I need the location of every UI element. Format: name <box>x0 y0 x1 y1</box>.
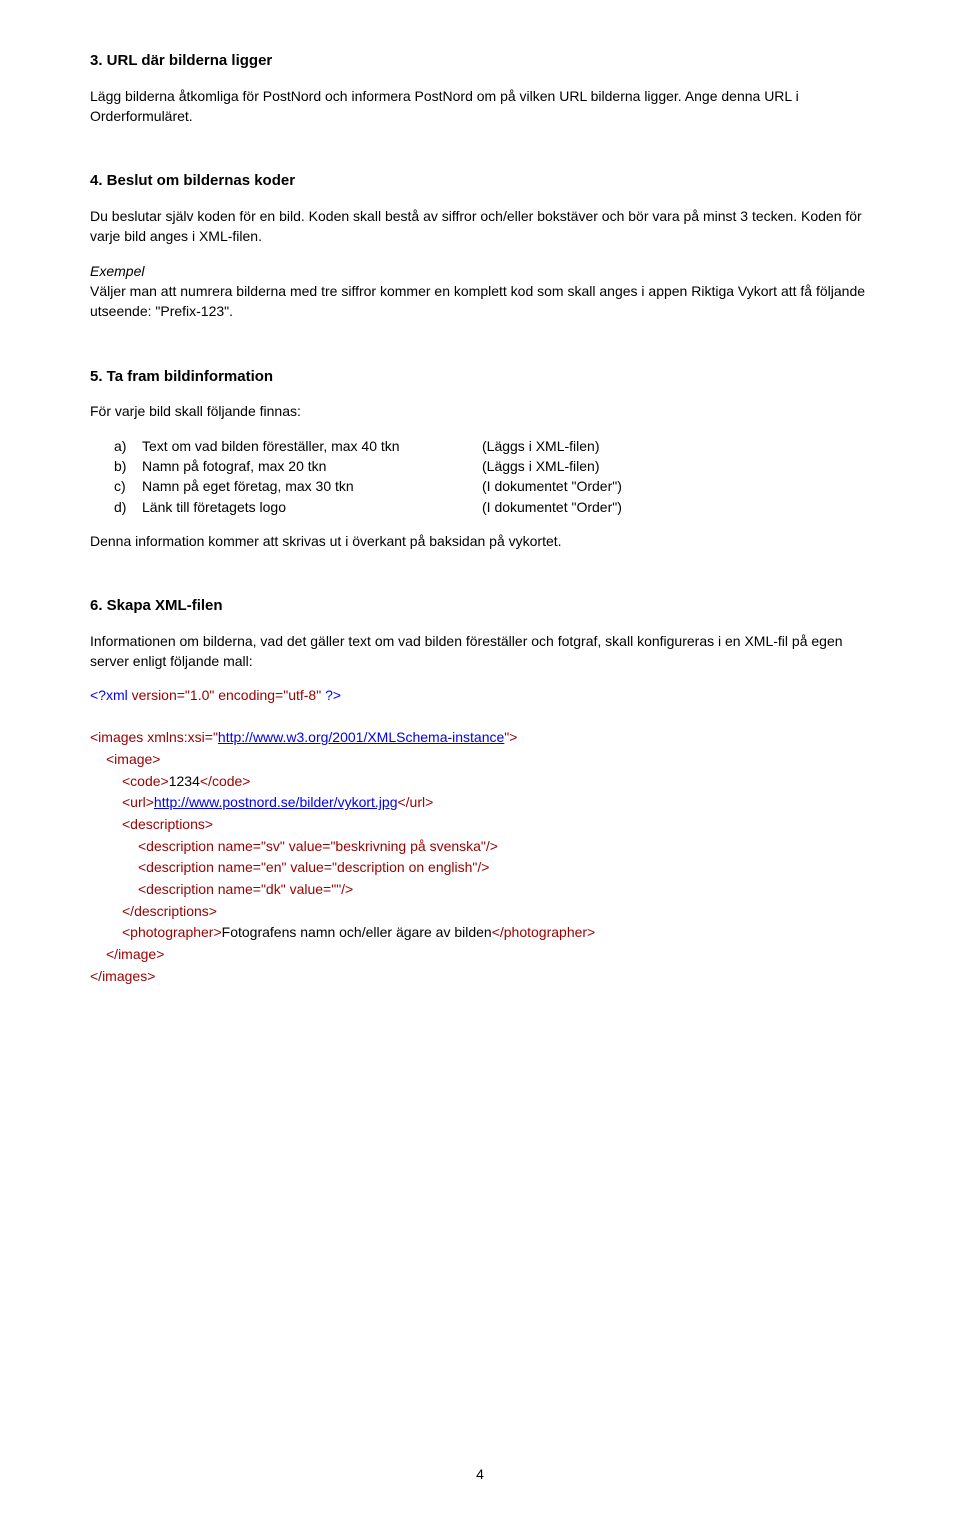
xml-description-dk: <description name="dk" value=""/> <box>90 879 870 901</box>
list-item-text: Namn på fotograf, max 20 tkn <box>142 456 482 476</box>
xml-image-open: <image> <box>90 749 870 771</box>
xml-url-value[interactable]: http://www.postnord.se/bilder/vykort.jpg <box>154 794 398 810</box>
example-label: Exempel <box>90 261 870 281</box>
section-5-outro: Denna information kommer att skrivas ut … <box>90 531 870 551</box>
section-6: 6. Skapa XML-filen Informationen om bild… <box>90 595 870 987</box>
section-4-paragraph: Du beslutar själv koden för en bild. Kod… <box>90 206 870 247</box>
section-3: 3. URL där bilderna ligger Lägg bilderna… <box>90 50 870 126</box>
section-5-list: a) Text om vad bilden föreställer, max 4… <box>90 436 870 517</box>
xml-code-line: <code>1234</code> <box>90 771 870 793</box>
list-item-note: (I dokumentet "Order") <box>482 497 622 517</box>
xml-description-sv: <description name="sv" value="beskrivnin… <box>90 836 870 858</box>
heading-3: 3. URL där bilderna ligger <box>90 50 870 72</box>
list-item: d) Länk till företagets logo (I dokument… <box>90 497 870 517</box>
xml-images-xmlns: xmlns:xsi=" <box>147 729 218 745</box>
list-item-text: Text om vad bilden föreställer, max 40 t… <box>142 436 482 456</box>
list-item-label: a) <box>90 436 142 456</box>
document-page: 3. URL där bilderna ligger Lägg bilderna… <box>0 0 960 1514</box>
xml-code-open: <code> <box>122 773 169 789</box>
xml-url-close: </url> <box>397 794 433 810</box>
xml-image-close: </image> <box>90 944 870 966</box>
list-item-text: Länk till företagets logo <box>142 497 482 517</box>
xml-description-en: <description name="en" value="descriptio… <box>90 857 870 879</box>
list-item-label: b) <box>90 456 142 476</box>
page-number: 4 <box>0 1464 960 1484</box>
list-item: b) Namn på fotograf, max 20 tkn (Läggs i… <box>90 456 870 476</box>
xml-decl-version: version="1.0" <box>132 687 219 703</box>
xml-images-tag-close: "> <box>504 729 517 745</box>
list-item-note: (I dokumentet "Order") <box>482 476 622 496</box>
xml-photographer-close: </photographer> <box>492 924 596 940</box>
xml-decl-close: ?> <box>325 687 341 703</box>
xml-images-close: </images> <box>90 966 870 988</box>
section-4-example: Exempel Väljer man att numrera bilderna … <box>90 261 870 322</box>
xml-decl-encoding: encoding="utf-8" <box>218 687 325 703</box>
section-5-intro: För varje bild skall följande finnas: <box>90 401 870 421</box>
heading-4: 4. Beslut om bildernas koder <box>90 170 870 192</box>
xml-declaration: <?xml version="1.0" encoding="utf-8" ?> <box>90 685 870 707</box>
list-item-label: d) <box>90 497 142 517</box>
xml-descriptions-close: </descriptions> <box>90 901 870 923</box>
xml-code-close: </code> <box>200 773 251 789</box>
list-item-note: (Läggs i XML-filen) <box>482 436 600 456</box>
xml-photographer-open: <photographer> <box>122 924 222 940</box>
xml-url-line: <url>http://www.postnord.se/bilder/vykor… <box>90 792 870 814</box>
xml-images-tag-open: <images <box>90 729 147 745</box>
section-6-paragraph: Informationen om bilderna, vad det gälle… <box>90 631 870 672</box>
xml-blank-line <box>90 707 870 727</box>
xml-url-open: <url> <box>122 794 154 810</box>
list-item: a) Text om vad bilden föreställer, max 4… <box>90 436 870 456</box>
xml-images-open: <images xmlns:xsi="http://www.w3.org/200… <box>90 727 870 749</box>
section-4: 4. Beslut om bildernas koder Du beslutar… <box>90 170 870 321</box>
xml-decl-open: <?xml <box>90 687 132 703</box>
xml-photographer-value: Fotografens namn och/eller ägare av bild… <box>222 924 492 940</box>
list-item-label: c) <box>90 476 142 496</box>
list-item: c) Namn på eget företag, max 30 tkn (I d… <box>90 476 870 496</box>
heading-5: 5. Ta fram bildinformation <box>90 366 870 388</box>
xml-descriptions-open: <descriptions> <box>90 814 870 836</box>
section-5: 5. Ta fram bildinformation För varje bil… <box>90 366 870 552</box>
xml-code-block: <?xml version="1.0" encoding="utf-8" ?> … <box>90 685 870 987</box>
list-item-note: (Läggs i XML-filen) <box>482 456 600 476</box>
heading-6: 6. Skapa XML-filen <box>90 595 870 617</box>
list-item-text: Namn på eget företag, max 30 tkn <box>142 476 482 496</box>
section-3-paragraph: Lägg bilderna åtkomliga för PostNord och… <box>90 86 870 127</box>
example-body: Väljer man att numrera bilderna med tre … <box>90 281 870 322</box>
xml-photographer-line: <photographer>Fotografens namn och/eller… <box>90 922 870 944</box>
xml-code-value: 1234 <box>169 773 200 789</box>
xml-schema-url[interactable]: http://www.w3.org/2001/XMLSchema-instanc… <box>218 729 504 745</box>
